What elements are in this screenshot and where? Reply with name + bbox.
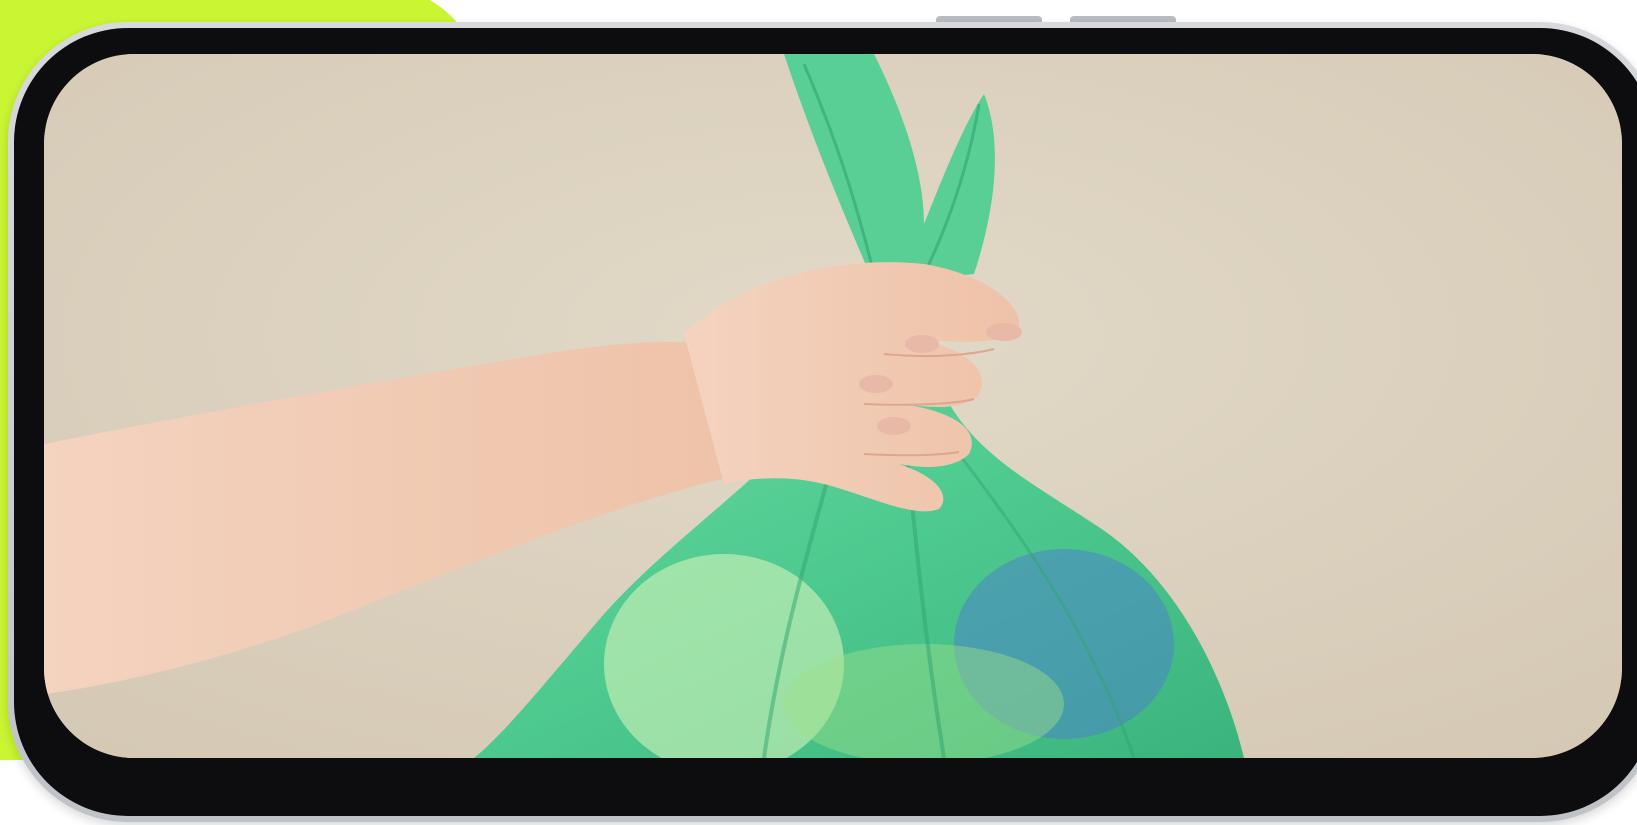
phone-screen	[44, 54, 1622, 758]
photo-hand-holding-trash-bag	[44, 54, 1622, 758]
phone-mockup	[8, 22, 1637, 822]
phone-bezel	[14, 28, 1637, 816]
